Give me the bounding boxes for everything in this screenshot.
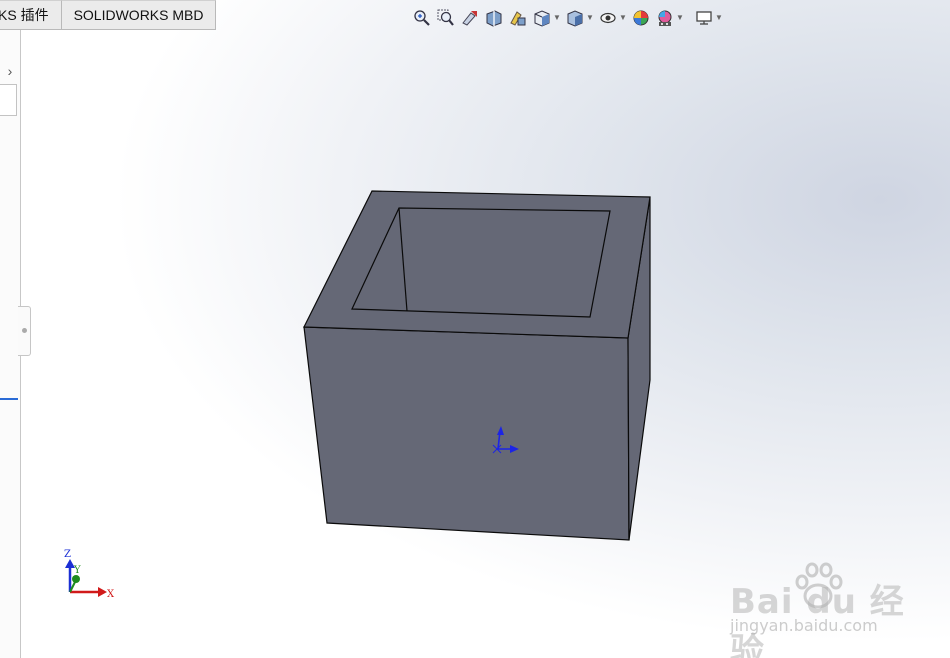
panel-splitter-handle[interactable] bbox=[18, 306, 31, 356]
edit-appearance-icon[interactable] bbox=[631, 7, 651, 29]
splitter-grip-icon bbox=[22, 328, 27, 333]
dynamic-annotation-view-icon[interactable] bbox=[508, 7, 528, 29]
zoom-to-area-icon[interactable] bbox=[436, 7, 456, 29]
section-view-icon[interactable] bbox=[484, 7, 504, 29]
hide-show-items-icon[interactable] bbox=[598, 7, 618, 29]
apply-scene-dropdown-icon[interactable]: ▼ bbox=[676, 7, 684, 29]
x-axis-label: X bbox=[107, 589, 115, 600]
zoom-to-fit-icon[interactable] bbox=[412, 7, 432, 29]
z-axis-label: Z bbox=[64, 549, 71, 560]
watermark-url: jingyan.baidu.com bbox=[730, 616, 878, 635]
reference-triad[interactable]: X Y Z bbox=[64, 549, 115, 600]
y-axis-label: Y bbox=[73, 565, 81, 576]
baidu-jingyan-watermark: Bai du 经验 jingyan.baidu.com bbox=[728, 556, 938, 658]
previous-view-icon[interactable] bbox=[460, 7, 480, 29]
tab-solidworks-mbd[interactable]: SOLIDWORKS MBD bbox=[61, 0, 217, 30]
view-orientation-icon[interactable] bbox=[532, 7, 552, 29]
y-axis bbox=[72, 575, 80, 583]
apply-scene-icon[interactable] bbox=[655, 7, 675, 29]
display-style-dropdown-icon[interactable]: ▼ bbox=[586, 7, 594, 29]
display-style-icon[interactable] bbox=[565, 7, 585, 29]
hide-show-dropdown-icon[interactable]: ▼ bbox=[619, 7, 627, 29]
tab-addins[interactable]: KS 插件 bbox=[0, 0, 62, 30]
view-orientation-dropdown-icon[interactable]: ▼ bbox=[553, 7, 561, 29]
expand-panel-button[interactable]: › bbox=[2, 60, 18, 82]
box-part[interactable] bbox=[303, 190, 651, 541]
panel-selection-indicator bbox=[0, 398, 18, 400]
view-settings-dropdown-icon[interactable]: ▼ bbox=[715, 7, 723, 29]
view-settings-icon[interactable] bbox=[694, 7, 714, 29]
solidworks-window: X Y Z KS 插件 SOLIDWORKS MBD › ▼ ▼ ▼ ▼ ▼ B… bbox=[0, 0, 950, 658]
command-manager-tabs: KS 插件 SOLIDWORKS MBD bbox=[0, 0, 217, 30]
front-face[interactable] bbox=[303, 326, 630, 541]
panel-field[interactable] bbox=[0, 84, 17, 116]
heads-up-view-toolbar: ▼ ▼ ▼ ▼ ▼ bbox=[412, 6, 723, 30]
